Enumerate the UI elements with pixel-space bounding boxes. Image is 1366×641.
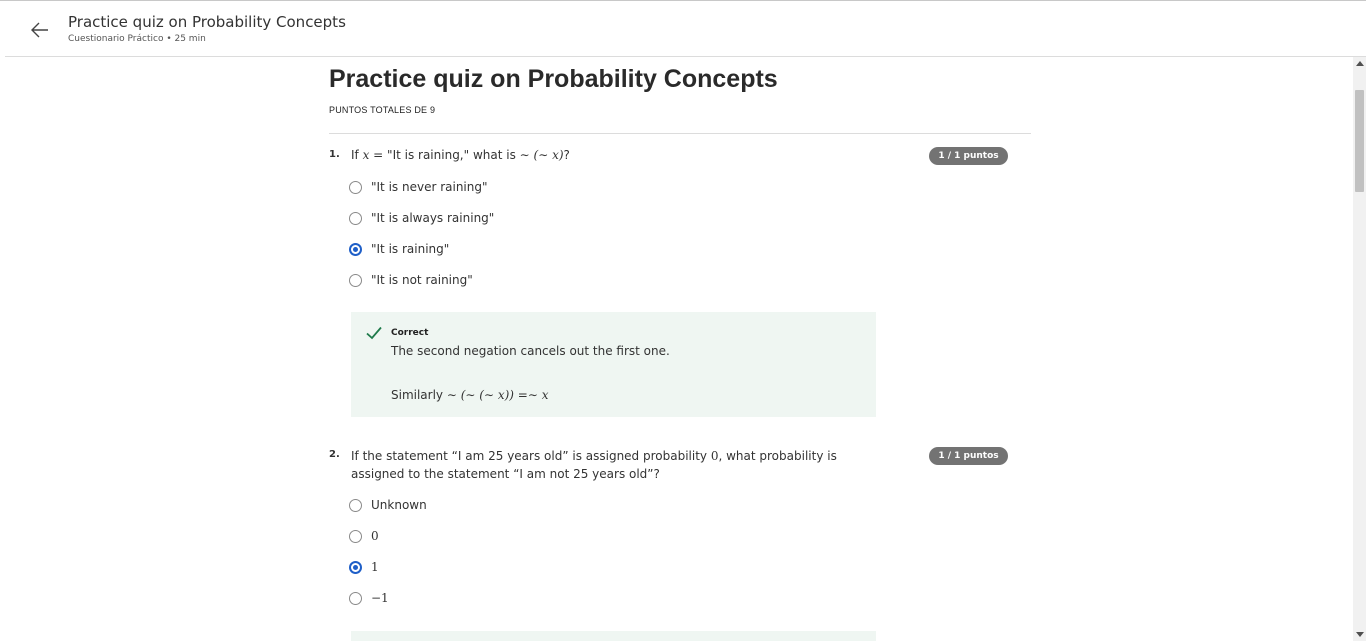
back-button[interactable] xyxy=(25,15,55,45)
math-expression: ∼ (∼ (∼ x)) =∼ x xyxy=(446,388,549,402)
radio-button-selected[interactable] xyxy=(349,242,362,256)
feedback-example: Similarly ∼ (∼ (∼ x)) =∼ x xyxy=(391,388,549,402)
top-header: Practice quiz on Probability Concepts Cu… xyxy=(5,1,1366,57)
answer-option[interactable]: −1 xyxy=(349,587,389,609)
option-label: "It is never raining" xyxy=(371,180,488,194)
question-text: If the statement “I am 25 years old” is … xyxy=(351,449,837,481)
radio-button[interactable] xyxy=(349,591,362,605)
question-number: 1. xyxy=(329,149,340,160)
option-label: "It is raining" xyxy=(371,242,450,256)
feedback-title: Correct xyxy=(391,328,429,338)
answer-option[interactable]: "It is never raining" xyxy=(349,176,488,198)
page-title: Practice quiz on Probability Concepts xyxy=(329,65,778,93)
feedback-text: The second negation cancels out the firs… xyxy=(391,344,670,358)
feedback-panel xyxy=(351,631,876,641)
quiz-content: Practice quiz on Probability Concepts PU… xyxy=(0,57,1353,641)
answer-option[interactable]: Unknown xyxy=(349,494,427,516)
math-expression: ∼ (∼ x) xyxy=(519,148,564,162)
feedback-panel: Correct The second negation cancels out … xyxy=(351,312,876,417)
scroll-thumb[interactable] xyxy=(1355,90,1364,192)
question-number: 2. xyxy=(329,449,340,460)
divider xyxy=(329,133,1031,134)
check-icon xyxy=(366,326,382,340)
points-badge: 1 / 1 puntos xyxy=(929,147,1008,165)
answer-option[interactable]: "It is always raining" xyxy=(349,207,494,229)
option-label: Unknown xyxy=(371,498,427,512)
radio-button[interactable] xyxy=(349,529,362,543)
radio-button[interactable] xyxy=(349,498,362,512)
answer-option[interactable]: 1 xyxy=(349,556,379,578)
option-label: 1 xyxy=(371,560,379,574)
header-subtitle: Cuestionario Práctico • 25 min xyxy=(68,34,206,44)
radio-button[interactable] xyxy=(349,211,362,225)
points-badge: 1 / 1 puntos xyxy=(929,447,1008,465)
answer-option[interactable]: 0 xyxy=(349,525,379,547)
answer-option[interactable]: "It is raining" xyxy=(349,238,449,260)
scroll-up-arrow-icon[interactable] xyxy=(1356,61,1364,66)
radio-button[interactable] xyxy=(349,273,362,287)
option-label: "It is always raining" xyxy=(371,211,495,225)
option-label: −1 xyxy=(371,591,389,605)
total-points: PUNTOS TOTALES DE 9 xyxy=(329,105,436,115)
header-title: Practice quiz on Probability Concepts xyxy=(68,13,346,31)
answer-option[interactable]: "It is not raining" xyxy=(349,269,473,291)
option-label: "It is not raining" xyxy=(371,273,473,287)
arrow-left-icon xyxy=(31,22,48,38)
radio-button[interactable] xyxy=(349,180,362,194)
question-text: If x = "It is raining," what is ∼ (∼ x)? xyxy=(351,148,570,162)
vertical-scrollbar[interactable] xyxy=(1353,57,1366,641)
scroll-down-arrow-icon[interactable] xyxy=(1356,632,1364,637)
option-label: 0 xyxy=(371,529,379,543)
radio-button-selected[interactable] xyxy=(349,560,362,574)
